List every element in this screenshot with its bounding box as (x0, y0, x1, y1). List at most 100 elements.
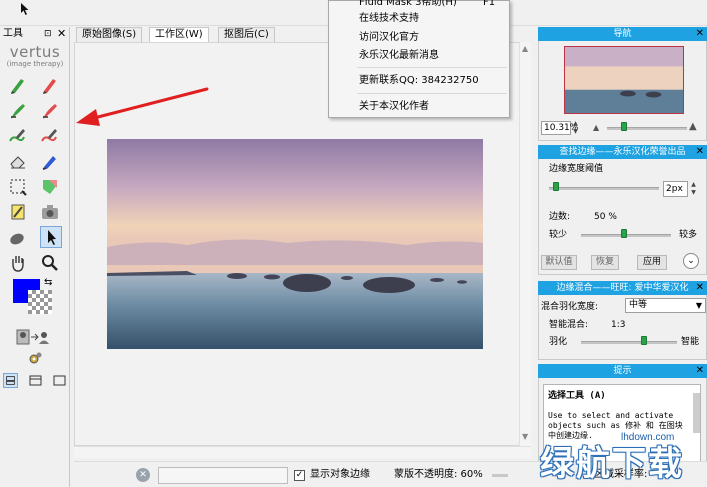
close-icon[interactable]: ✕ (57, 27, 66, 41)
smart-label: 智能 (681, 337, 700, 347)
blend-width-select[interactable]: 中等 ▼ (625, 298, 706, 313)
tab-cutout[interactable]: 抠图后(C) (218, 27, 275, 42)
close-icon[interactable]: ✕ (696, 281, 704, 295)
apply-button[interactable]: 应用 (637, 255, 667, 270)
menu-item-online-support[interactable]: 在线技术支持 (359, 12, 419, 26)
blend-width-label: 混合羽化宽度: (541, 302, 599, 312)
watermark-site: lhdown.com (621, 432, 675, 443)
help-menu: Fluid Mask 3帮助(H) F1 在线技术支持 访问汉化官方 永乐汉化最… (328, 0, 510, 118)
tips-scrollbar[interactable] (693, 393, 700, 433)
edge-count-value: 50 % (594, 212, 617, 222)
navigator-thumbnail[interactable] (564, 46, 684, 114)
edge-title: 查找边缘——永乐汉化荣誉出品 (559, 147, 686, 157)
edge-width-input[interactable]: 2px (663, 181, 688, 197)
drop-lasso-icon[interactable] (40, 125, 60, 145)
fill-pen-icon[interactable] (40, 151, 60, 171)
edge-more-label: 较多 (679, 230, 698, 240)
hand-icon[interactable] (8, 253, 28, 273)
tips-title: 提示 (613, 366, 632, 376)
menu-item-help-shortcut: F1 (483, 0, 496, 8)
watermark-logo: 绿航下载 (540, 444, 684, 484)
edge-width-spinner[interactable]: ▲ ▼ (689, 181, 698, 197)
menu-item-help[interactable]: Fluid Mask 3帮助(H) (359, 0, 457, 10)
camera-icon[interactable] (40, 202, 60, 222)
mask-opacity-slider[interactable] (492, 474, 508, 477)
chevron-down-icon: ▼ (695, 301, 702, 310)
drop-brush-icon[interactable] (40, 101, 60, 121)
edge-width-slider[interactable] (549, 187, 659, 190)
cursor-icon[interactable] (20, 2, 30, 16)
tab-workspace[interactable]: 工作区(W) (149, 27, 209, 42)
view-mode-1-icon[interactable] (3, 373, 18, 388)
zoom-slider-knob[interactable] (621, 122, 627, 131)
edge-width-label: 边缘宽度阈值 (549, 164, 604, 174)
view-mode-2-icon[interactable] (28, 373, 43, 388)
seascape-photo[interactable] (107, 139, 483, 349)
logo-sub-text: (image therapy) (6, 60, 64, 68)
zoom-in-icon[interactable]: ▲ (689, 121, 697, 132)
blend-header: 边缘混合——旺旺: 爱中华爱汉化 ✕ (538, 281, 707, 295)
vertus-logo: vertus (image therapy) (4, 44, 66, 69)
smart-blend-value: 1:3 (611, 320, 626, 330)
edge-width-knob[interactable] (553, 182, 559, 191)
edge-count-knob[interactable] (621, 229, 627, 238)
drop-pencil-icon[interactable] (40, 75, 60, 95)
close-icon[interactable]: ✕ (696, 27, 704, 41)
navigator-panel: 10.31% ▲ ▼ ▲ ▲ (538, 41, 707, 141)
restore-button[interactable]: 恢复 (591, 255, 619, 270)
chevron-down-icon[interactable]: ⌄ (683, 253, 699, 269)
navigator-title: 导航 (613, 29, 632, 39)
close-icon[interactable]: ✕ (696, 145, 704, 159)
blob-icon[interactable] (8, 228, 28, 248)
mask-opacity-label: 蒙版不透明度: 60% (394, 469, 483, 480)
close-icon[interactable]: ✕ (696, 364, 704, 378)
zoom-out-icon[interactable]: ▲ (593, 123, 599, 132)
scroll-up-icon[interactable]: ▲ (522, 44, 528, 53)
transfer-icon[interactable] (15, 327, 51, 347)
keep-lasso-icon[interactable] (8, 125, 28, 145)
edge-patch-icon[interactable] (8, 202, 28, 222)
edge-less-label: 较少 (549, 230, 568, 240)
smart-blend-label: 智能混合: (549, 320, 589, 330)
menu-separator (357, 67, 507, 68)
zoom-icon[interactable] (40, 253, 60, 273)
select-arrow-icon[interactable] (40, 226, 62, 248)
menu-item-visit-site[interactable]: 访问汉化官方 (359, 31, 419, 45)
smart-blend-knob[interactable] (641, 336, 647, 345)
tab-original[interactable]: 原始图像(S) (76, 27, 143, 42)
logo-main-text: vertus (9, 43, 61, 61)
menu-item-contact-qq[interactable]: 更新联系QQ: 384232750 (359, 74, 479, 88)
vertical-scrollbar[interactable]: ▲ ▼ (519, 42, 531, 446)
show-edges-checkbox[interactable]: ✓ (294, 470, 305, 481)
pin-icon[interactable]: ⊡ (44, 28, 52, 40)
marquee-icon[interactable] (8, 177, 28, 197)
eraser-icon[interactable] (8, 151, 28, 171)
edge-panel: 边缘宽度阈值 2px ▲ ▼ 边数: 50 % 较少 较多 默认值 恢复 应用 ⌄ (538, 159, 707, 275)
background-color-swatch[interactable] (28, 290, 52, 314)
status-field (158, 467, 288, 484)
tips-header: 提示 ✕ (538, 364, 707, 378)
zoom-spinner[interactable]: ▲ ▼ (571, 120, 580, 136)
edge-count-label: 边数: (549, 212, 571, 222)
default-button[interactable]: 默认值 (541, 255, 577, 270)
blend-width-value: 中等 (629, 300, 648, 310)
smart-blend-slider[interactable] (581, 341, 677, 344)
menu-separator (357, 93, 507, 94)
patch-icon[interactable] (40, 177, 60, 197)
keep-brush-icon[interactable] (8, 101, 28, 121)
blend-panel: 混合羽化宽度: 中等 ▼ 智能混合: 1:3 羽化 智能 (538, 295, 707, 360)
view-mode-3-icon[interactable] (52, 373, 67, 388)
settings-gear-icon[interactable] (25, 349, 45, 369)
keep-pencil-icon[interactable] (8, 75, 28, 95)
tips-heading: 选择工具 (A) (548, 391, 606, 401)
menu-item-about[interactable]: 关于本汉化作者 (359, 100, 429, 114)
menu-item-news[interactable]: 永乐汉化最新消息 (359, 49, 439, 63)
horizontal-scrollbar[interactable] (74, 446, 531, 458)
zoom-input[interactable]: 10.31% (541, 121, 578, 135)
zoom-slider[interactable] (607, 127, 687, 130)
scroll-down-icon[interactable]: ▼ (522, 432, 528, 441)
swap-colors-icon[interactable]: ⇆ (44, 277, 52, 288)
show-edges-label: 显示对象边缘 (310, 469, 370, 480)
close-icon[interactable]: ✕ (136, 468, 150, 482)
annotation-arrow (76, 87, 209, 126)
